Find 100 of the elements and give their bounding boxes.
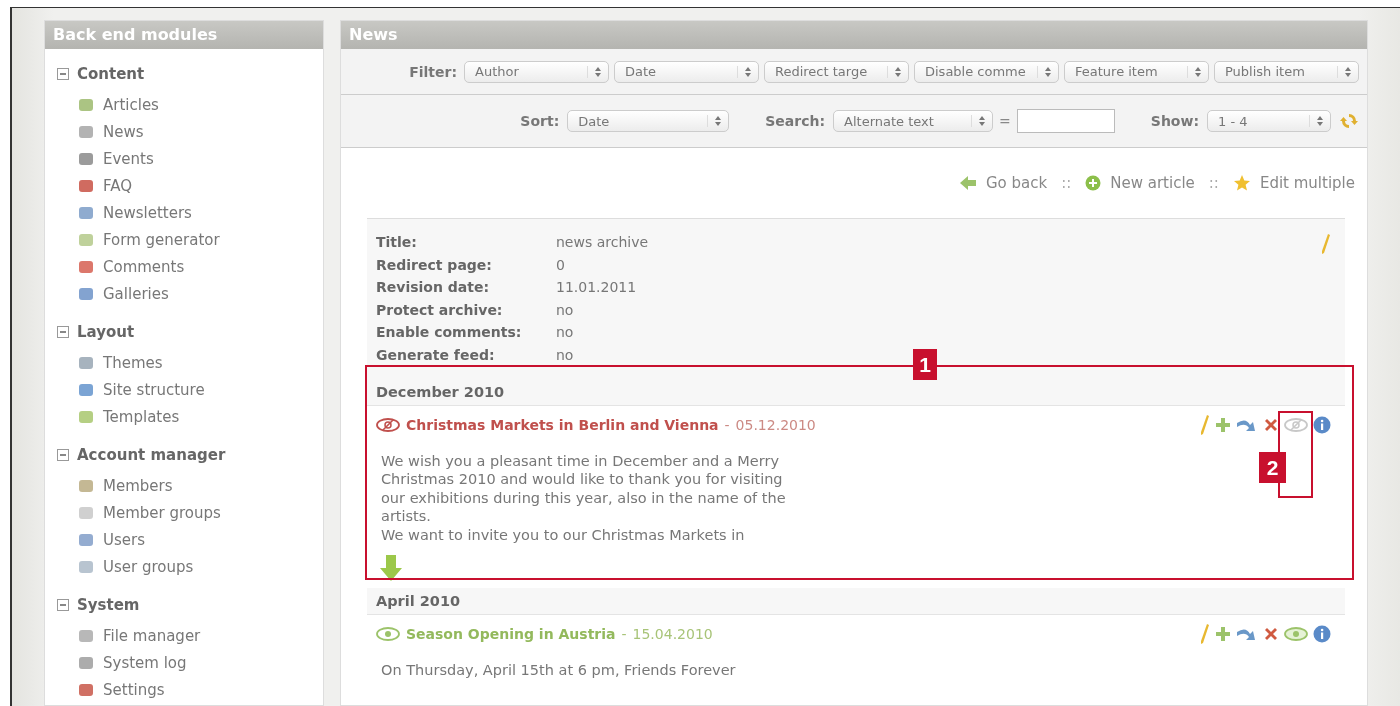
article-title-link[interactable]: Christmas Markets in Berlin and Vienna: [406, 416, 719, 433]
collapse-icon[interactable]: [57, 599, 69, 611]
module-icon: [78, 285, 94, 302]
curved-arrow-icon[interactable]: [1236, 626, 1258, 643]
date-separator: -: [621, 626, 627, 643]
module-link[interactable]: News: [103, 122, 144, 141]
callout-number: 1: [913, 348, 937, 380]
module-link[interactable]: Articles: [103, 95, 159, 114]
module-link[interactable]: Form generator: [103, 230, 220, 249]
plus-circle-icon: [1085, 175, 1102, 191]
field-label: Generate feed:: [376, 345, 496, 365]
link-separator: ::: [1061, 174, 1072, 192]
module-link[interactable]: Newsletters: [103, 203, 192, 222]
module-link[interactable]: Site structure: [103, 380, 205, 399]
pencil-icon[interactable]: [1200, 623, 1210, 646]
article-teaser: We wish you a pleasant time in December and a Merry Christmas 2010 and would like to thank you for visiting our exhibitions during this year, also in the name of the artists. We want to invite you to our Christmas Markets in: [381, 451, 786, 545]
panel-title: News: [341, 21, 1367, 49]
date-separator: -: [724, 416, 730, 433]
filter-select[interactable]: Disable comme: [914, 60, 1059, 83]
filter-select[interactable]: Author: [464, 60, 609, 83]
filter-select[interactable]: Publish item: [1214, 60, 1359, 83]
module-icon: [78, 681, 94, 698]
module-link[interactable]: Themes: [103, 353, 163, 372]
module-link[interactable]: System log: [103, 653, 187, 672]
module-icon: [78, 177, 94, 194]
module-link[interactable]: FAQ: [103, 176, 133, 195]
group-heading[interactable]: Content: [77, 65, 145, 83]
module-icon: [78, 150, 94, 167]
field-value: no: [556, 300, 575, 320]
plus-icon[interactable]: [1215, 626, 1231, 643]
module-icon: [78, 96, 94, 113]
field-value: news archive: [556, 233, 649, 252]
module-icon: [78, 231, 94, 248]
search-field[interactable]: [1016, 109, 1115, 133]
updown-icon: [971, 115, 987, 127]
back-arrow-icon: [958, 175, 977, 191]
module-icon: [78, 354, 94, 371]
field-label: Enable comments:: [376, 323, 523, 342]
sort-select[interactable]: Date: [567, 110, 730, 132]
module-link[interactable]: File manager: [103, 626, 201, 645]
module-icon: [78, 558, 94, 575]
info-icon[interactable]: [1313, 625, 1331, 644]
sidebar-title: Back end modules: [45, 21, 323, 49]
header-link[interactable]: New article: [1085, 174, 1195, 192]
header-link[interactable]: Edit multiple: [1232, 174, 1355, 192]
module-link[interactable]: Members: [103, 476, 173, 495]
pencil-icon[interactable]: [1200, 413, 1210, 436]
module-icon: [78, 654, 94, 671]
module-icon: [78, 504, 94, 521]
filter-select[interactable]: Feature item: [1064, 60, 1209, 83]
search-field-select[interactable]: Alternate text: [833, 110, 994, 132]
collapse-icon[interactable]: [57, 449, 69, 461]
module-link[interactable]: Events: [103, 149, 154, 168]
info-icon[interactable]: [1313, 415, 1331, 434]
module-link[interactable]: Settings: [103, 680, 165, 699]
collapse-icon[interactable]: [57, 326, 69, 338]
module-link[interactable]: Comments: [103, 257, 185, 276]
module-link[interactable]: Templates: [103, 407, 180, 426]
article-teaser: On Thursday, April 15th at 6 pm, Friends Forever: [381, 661, 736, 680]
updown-icon: [887, 65, 902, 78]
star-icon: [1232, 174, 1251, 192]
module-link[interactable]: Member groups: [103, 503, 221, 522]
module-icon: [78, 258, 94, 275]
module-icon: [78, 531, 94, 548]
field-value: no: [556, 345, 575, 365]
show-label: Show:: [1150, 113, 1199, 129]
refresh-icon[interactable]: [1339, 111, 1359, 131]
delete-icon[interactable]: [1263, 626, 1279, 643]
updown-icon: [1187, 65, 1202, 78]
group-heading[interactable]: System: [77, 596, 140, 614]
field-label: Title:: [376, 233, 418, 252]
filter-select[interactable]: Date: [614, 60, 759, 83]
link-separator: ::: [1208, 174, 1219, 192]
field-label: Redirect page:: [376, 255, 493, 275]
plus-icon[interactable]: [1215, 416, 1231, 433]
header-link[interactable]: Go back: [958, 174, 1048, 192]
show-select[interactable]: 1 - 4: [1207, 110, 1331, 132]
updown-icon: [1309, 115, 1324, 127]
group-heading[interactable]: Layout: [77, 323, 135, 341]
article-date: 05.12.2010: [735, 416, 816, 433]
updown-icon: [737, 65, 752, 78]
collapse-icon[interactable]: [57, 68, 69, 80]
field-label: Protect archive:: [376, 300, 504, 320]
field-value: 11.01.2011: [556, 278, 638, 297]
article-date: 15.04.2010: [632, 626, 713, 643]
filter-select[interactable]: Redirect targe: [764, 60, 909, 83]
eye-icon[interactable]: [1284, 627, 1308, 642]
sort-label: Sort:: [520, 113, 560, 129]
updown-icon: [707, 115, 723, 127]
group-heading[interactable]: Account manager: [77, 446, 226, 464]
filter-label: Filter:: [409, 63, 457, 80]
callout-number: 2: [1259, 451, 1286, 483]
field-value: 0: [556, 255, 566, 275]
pencil-icon[interactable]: [1321, 233, 1331, 255]
module-link[interactable]: Galleries: [103, 284, 169, 303]
crossed-eye-icon[interactable]: [1284, 417, 1308, 432]
delete-icon[interactable]: [1263, 416, 1279, 433]
module-link[interactable]: User groups: [103, 557, 194, 576]
module-link[interactable]: Users: [103, 530, 145, 549]
updown-icon: [1037, 65, 1052, 78]
